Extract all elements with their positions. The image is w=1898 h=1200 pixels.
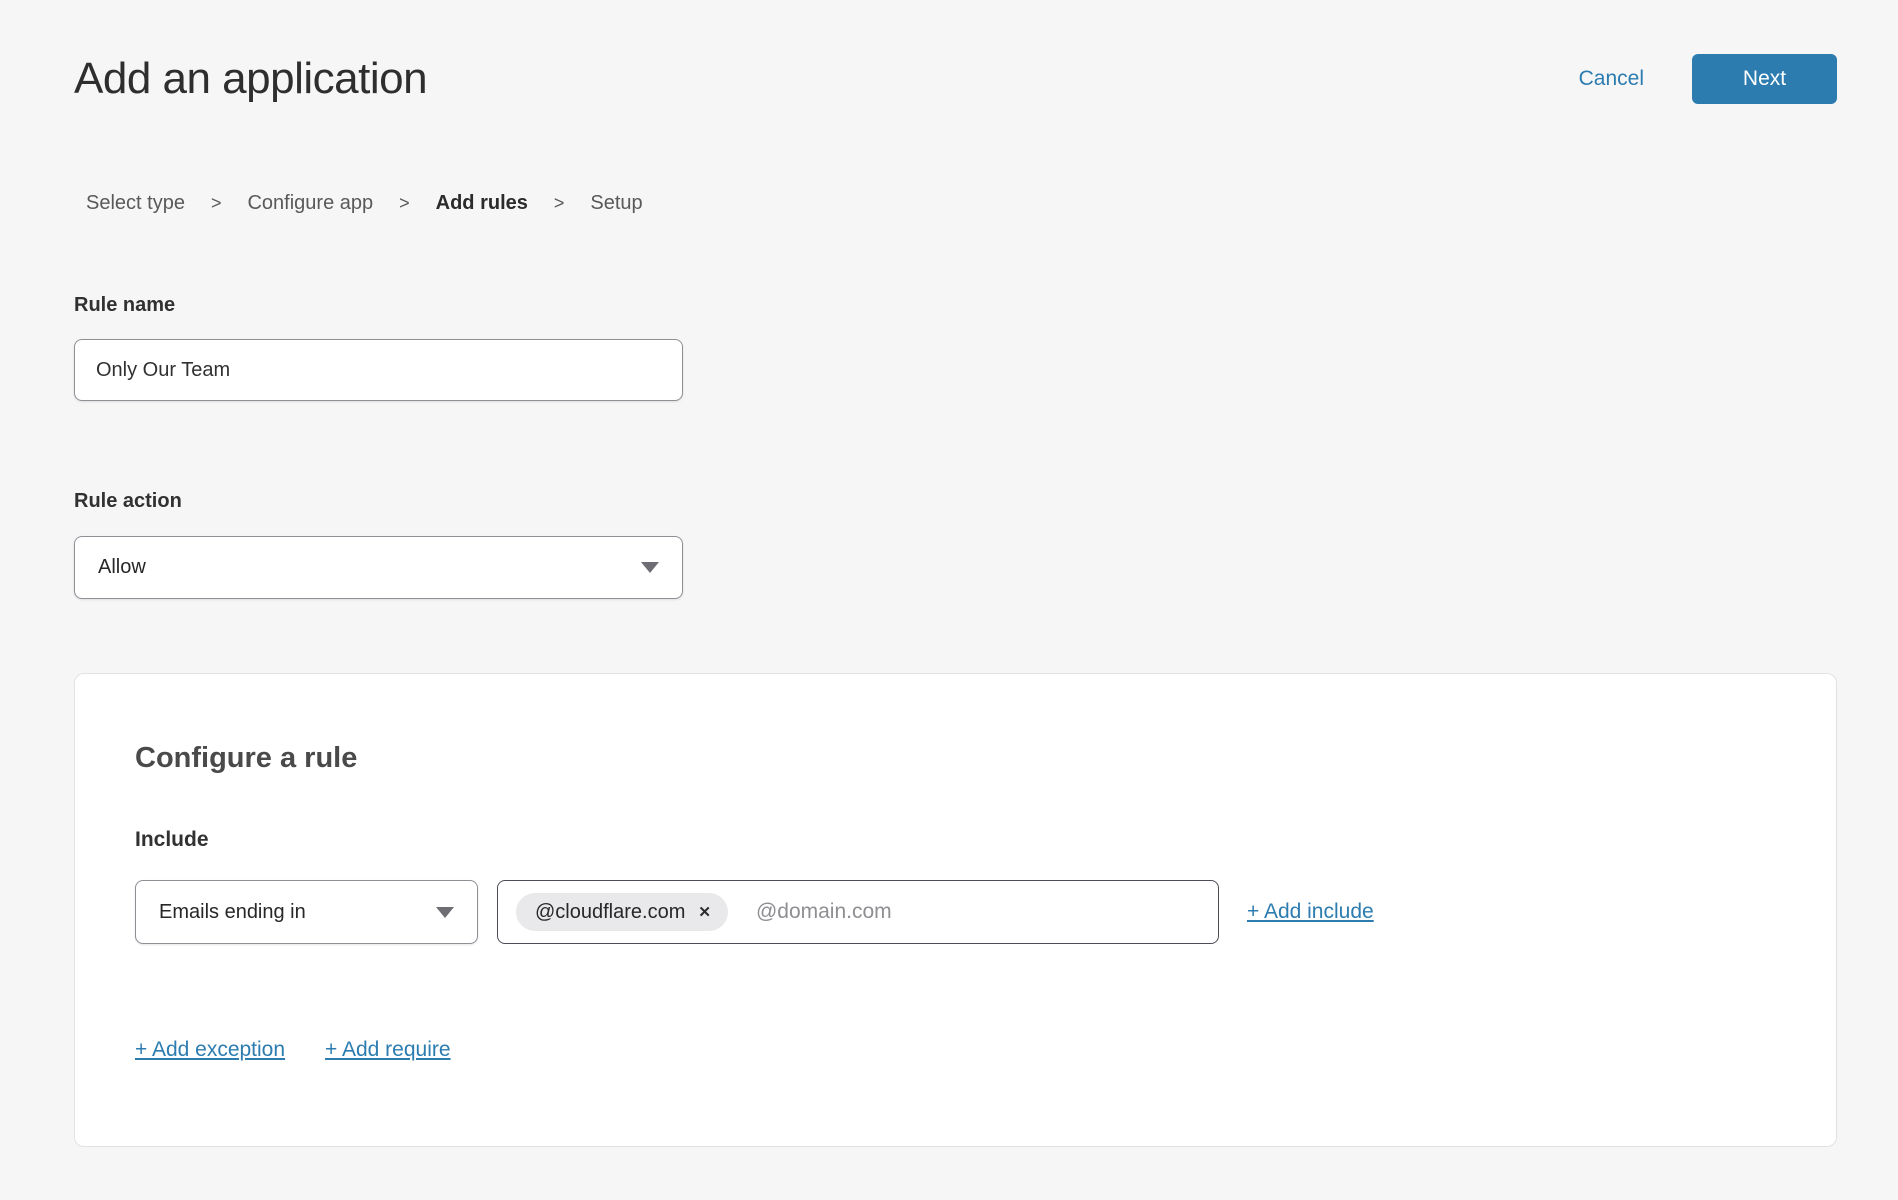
header-actions: Cancel Next — [1579, 54, 1837, 104]
breadcrumb-separator: > — [399, 193, 410, 214]
page-title: Add an application — [74, 52, 427, 106]
include-values-field[interactable]: @cloudflare.com ✕ — [497, 880, 1219, 944]
rule-action-label: Rule action — [74, 489, 1837, 513]
add-include-link[interactable]: + Add include — [1247, 900, 1374, 924]
rule-name-input[interactable] — [74, 339, 683, 401]
include-type-select[interactable]: Emails ending in — [135, 880, 478, 944]
include-row: Emails ending in @cloudflare.com ✕ + Add… — [135, 880, 1776, 944]
add-application-page: Add an application Cancel Next Select ty… — [74, 0, 1837, 1147]
add-require-link[interactable]: + Add require — [325, 1038, 451, 1062]
configure-rule-card: Configure a rule Include Emails ending i… — [74, 673, 1837, 1147]
rule-actions-links: + Add exception + Add require — [135, 1038, 1776, 1062]
include-label: Include — [135, 828, 1776, 852]
add-exception-link[interactable]: + Add exception — [135, 1038, 285, 1062]
domain-input[interactable] — [754, 899, 1204, 925]
breadcrumb-separator: > — [554, 193, 565, 214]
rule-name-label: Rule name — [74, 293, 1837, 317]
rule-action-select[interactable]: Allow — [74, 536, 683, 599]
remove-tag-icon[interactable]: ✕ — [698, 905, 711, 920]
email-domain-tag: @cloudflare.com ✕ — [516, 893, 728, 931]
card-title: Configure a rule — [135, 742, 1776, 774]
breadcrumb: Select type > Configure app > Add rules … — [86, 192, 1837, 215]
breadcrumb-separator: > — [211, 193, 222, 214]
page-header: Add an application Cancel Next — [74, 52, 1837, 106]
rule-action-selected-value: Allow — [98, 556, 146, 579]
include-type-selected-value: Emails ending in — [159, 901, 306, 924]
breadcrumb-step-setup[interactable]: Setup — [590, 192, 642, 215]
chevron-down-icon — [641, 562, 659, 573]
email-domain-tag-label: @cloudflare.com — [535, 901, 685, 924]
breadcrumb-step-add-rules[interactable]: Add rules — [436, 192, 528, 215]
chevron-down-icon — [436, 907, 454, 918]
next-button[interactable]: Next — [1692, 54, 1837, 104]
breadcrumb-step-select-type[interactable]: Select type — [86, 192, 185, 215]
breadcrumb-step-configure-app[interactable]: Configure app — [247, 192, 373, 215]
cancel-button[interactable]: Cancel — [1579, 67, 1644, 91]
